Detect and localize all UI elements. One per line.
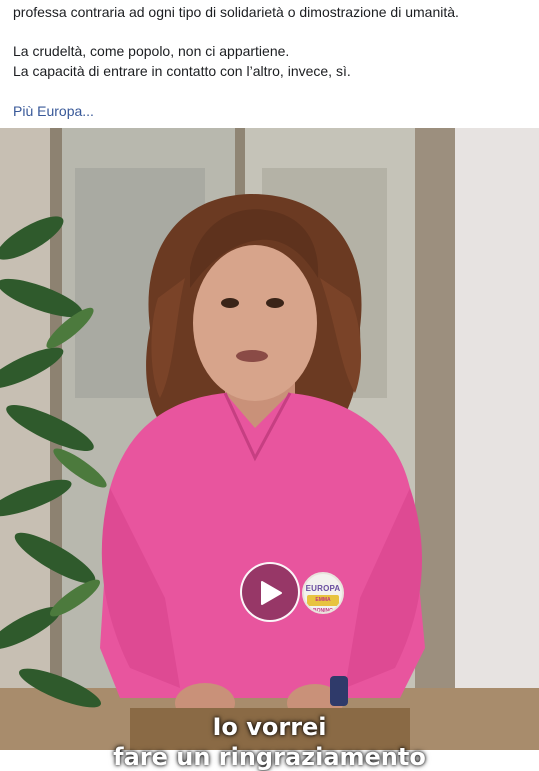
video-player[interactable]: EUROPA EMMA BONINO [0, 128, 539, 750]
video-caption-line: fare un ringraziamento [113, 743, 426, 771]
badge-bottom-text: EMMA BONINO [307, 595, 339, 612]
post-text-line: professa contraria ad ogni tipo di solid… [13, 4, 459, 20]
video-caption-line: Io vorrei [212, 713, 327, 741]
see-more-link[interactable]: Più Europa... [13, 101, 94, 121]
badge-top-text: EUROPA [305, 584, 341, 593]
post-text-line: La capacità di entrare in contatto con l… [13, 63, 351, 79]
video-frame [0, 128, 539, 750]
play-button[interactable] [240, 562, 300, 622]
play-icon [261, 581, 282, 605]
party-logo-badge: EUROPA EMMA BONINO [302, 572, 344, 614]
post-text-line: La crudeltà, come popolo, non ci apparti… [13, 43, 290, 59]
